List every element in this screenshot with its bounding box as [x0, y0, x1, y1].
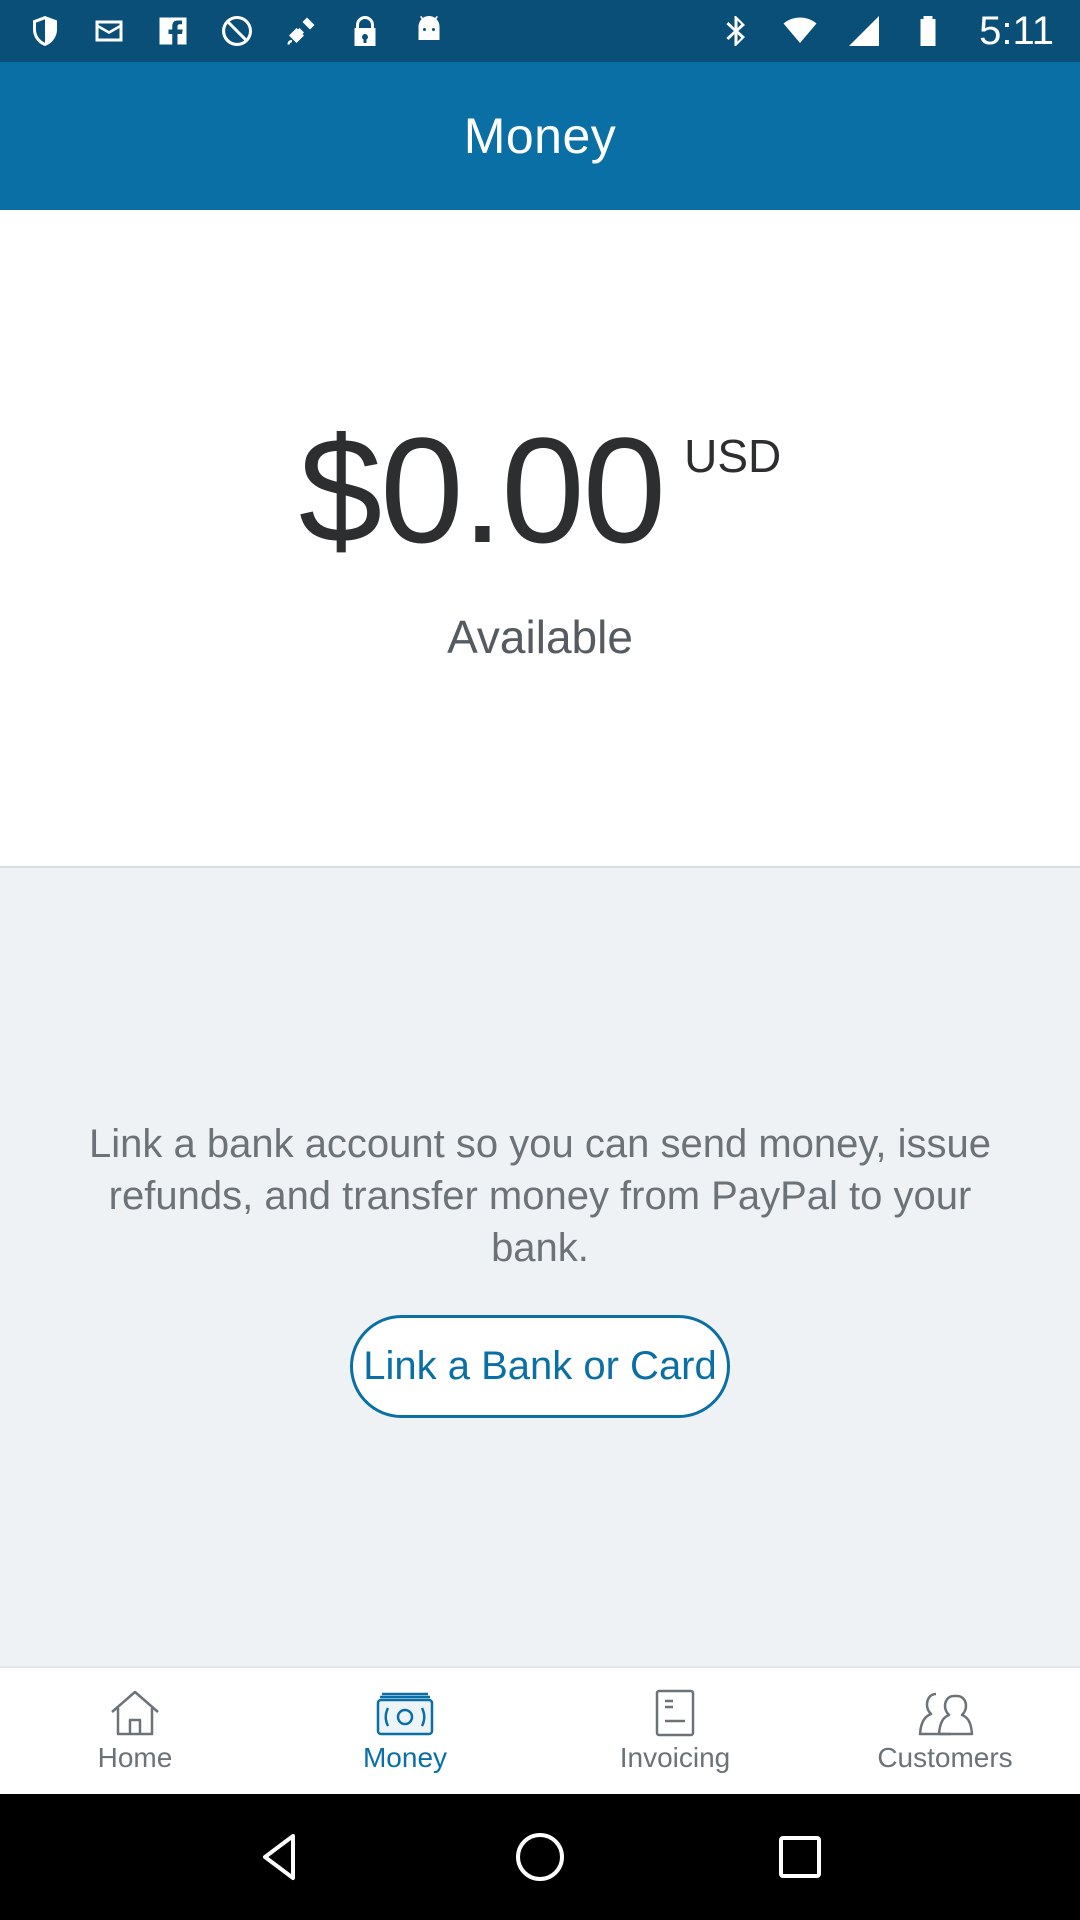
nav-label-home: Home: [97, 1742, 173, 1773]
android-icon: [410, 12, 448, 50]
home-circle-icon: [516, 1833, 564, 1881]
back-icon: [263, 1834, 295, 1880]
lock-icon: [346, 12, 384, 50]
balance-section: $0.00 USD Available: [0, 210, 1080, 868]
link-bank-message: Link a bank account so you can send mone…: [88, 1122, 992, 1270]
recents-button[interactable]: [770, 1827, 830, 1887]
status-left-icons: [26, 12, 448, 50]
battery-icon: [909, 12, 947, 50]
block-icon: [218, 12, 256, 50]
mail-icon: [90, 12, 128, 50]
facebook-icon: [154, 12, 192, 50]
signal-icon: [845, 12, 883, 50]
nav-label-invoicing: Invoicing: [619, 1742, 731, 1773]
nav-item-home[interactable]: Home: [0, 1668, 270, 1794]
balance-currency: USD: [684, 430, 782, 482]
nav-item-customers[interactable]: Customers: [810, 1668, 1080, 1794]
link-bank-section: Link a bank account so you can send mone…: [0, 868, 1080, 1666]
recents-icon: [779, 1836, 821, 1878]
shield-icon: [26, 12, 64, 50]
page-title: Money: [463, 108, 617, 164]
link-bank-or-card-button[interactable]: Link a Bank or Card: [350, 1315, 730, 1418]
invoice-icon: [655, 1689, 695, 1737]
status-right-icons: 5:11: [717, 9, 1054, 54]
customers-icon: [918, 1692, 974, 1736]
balance-amount: $0.00: [298, 406, 666, 574]
satellite-icon: [282, 12, 320, 50]
back-button[interactable]: [250, 1827, 310, 1887]
app-header: Money: [0, 62, 1080, 210]
nav-item-money[interactable]: Money: [270, 1668, 540, 1794]
home-icon: [111, 1690, 159, 1736]
status-time: 5:11: [979, 8, 1054, 53]
nav-label-money: Money: [362, 1742, 448, 1773]
system-nav-bar: [0, 1794, 1080, 1920]
balance-label: Available: [447, 611, 633, 663]
nav-label-customers: Customers: [877, 1742, 1013, 1773]
wifi-icon: [781, 12, 819, 50]
money-icon: [376, 1692, 434, 1736]
balance-row: $0.00 USD: [0, 415, 1080, 565]
status-bar: 5:11: [0, 0, 1080, 62]
bottom-nav: Home Money Invoicing Customers: [0, 1666, 1080, 1794]
nav-item-invoicing[interactable]: Invoicing: [540, 1668, 810, 1794]
home-system-button[interactable]: [510, 1827, 570, 1887]
bluetooth-icon: [717, 12, 755, 50]
